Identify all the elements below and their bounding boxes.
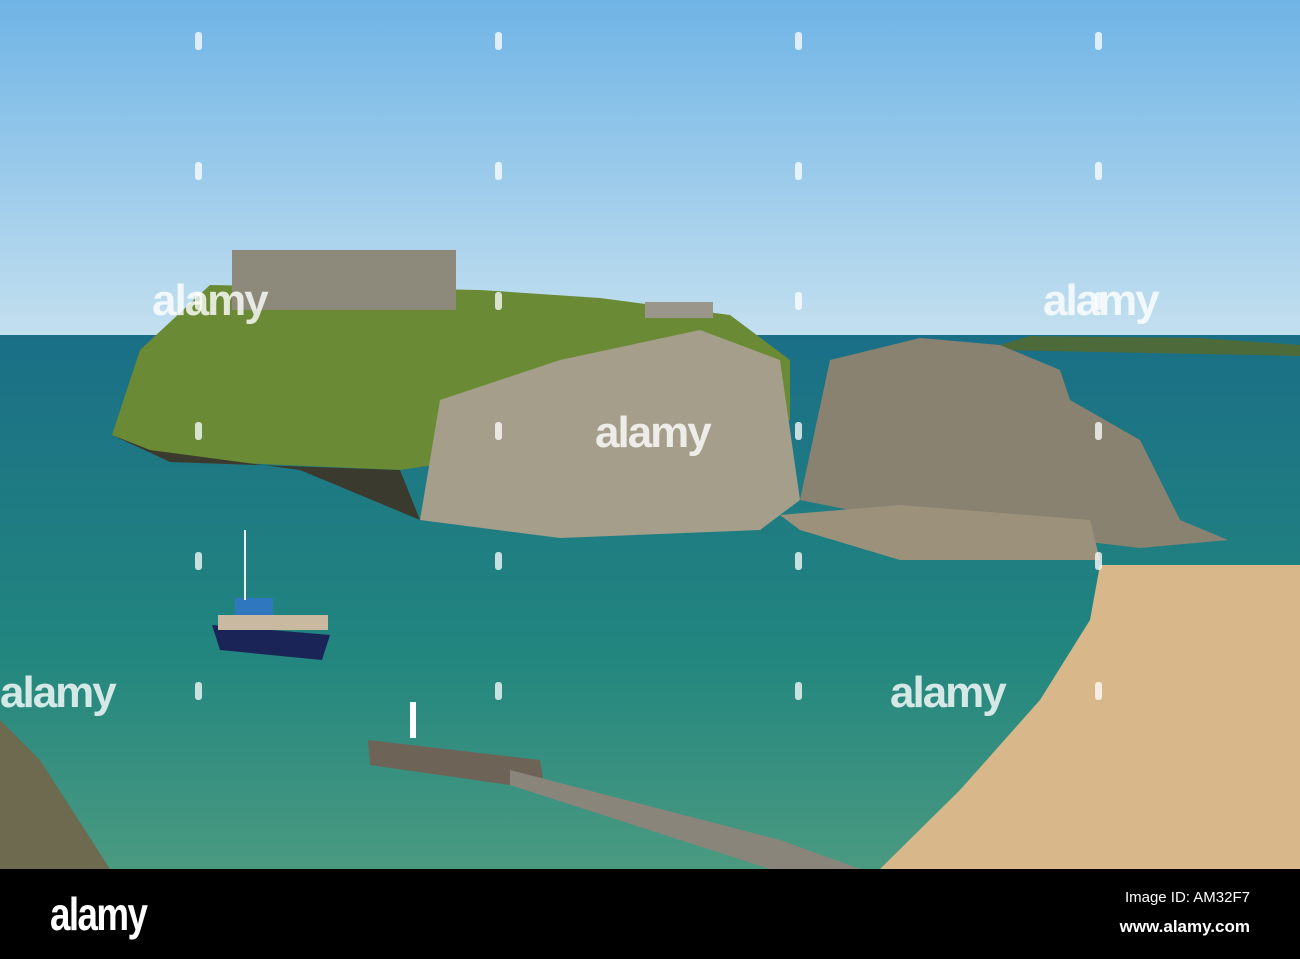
watermark-dot	[495, 422, 502, 440]
watermark-dot	[495, 552, 502, 570]
watermark-dot	[195, 422, 202, 440]
watermark-dot	[495, 32, 502, 50]
watermark-dot	[495, 162, 502, 180]
stock-photo-page: alamy alamy alamy alamy alamy alamy Imag…	[0, 0, 1300, 959]
watermark: alamy	[0, 668, 117, 717]
watermark-dot	[195, 32, 202, 50]
watermark-dot	[1095, 422, 1102, 440]
alamy-logo: alamy	[50, 888, 148, 940]
watermark-dot	[795, 422, 802, 440]
watermark: alamy	[595, 408, 712, 457]
watermark-dot	[1095, 32, 1102, 50]
site-url: www.alamy.com	[1119, 917, 1250, 936]
watermark: alamy	[152, 276, 269, 325]
fort-outbuilding	[645, 302, 713, 318]
watermark-dot	[195, 552, 202, 570]
watermark-dot	[795, 32, 802, 50]
watermark-dot	[1095, 292, 1102, 310]
watermark-dot	[795, 162, 802, 180]
watermark-dot	[195, 162, 202, 180]
watermark-dot	[1095, 162, 1102, 180]
watermark-dot	[795, 682, 802, 700]
watermark-dot	[495, 292, 502, 310]
watermark-dot	[1095, 552, 1102, 570]
watermark-dot	[495, 682, 502, 700]
watermark-dot	[795, 552, 802, 570]
image-id: Image ID: AM32F7	[1124, 889, 1250, 906]
watermark-dot	[1095, 682, 1102, 700]
watermark: alamy	[890, 668, 1007, 717]
footer-bar: alamy Image ID: AM32F7 www.alamy.com	[0, 869, 1300, 959]
watermark-dot	[195, 292, 202, 310]
watermark-dot	[795, 292, 802, 310]
watermark-dot	[195, 682, 202, 700]
